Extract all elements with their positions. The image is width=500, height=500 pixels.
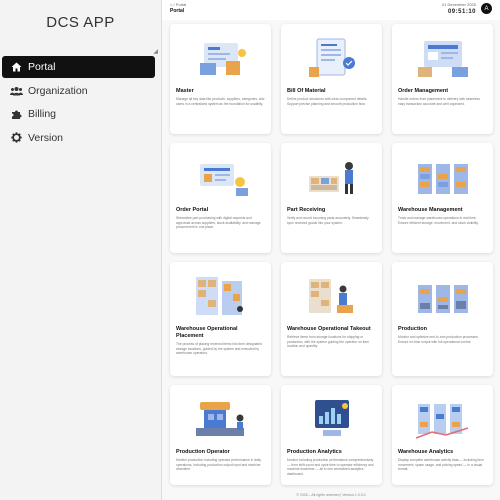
app-title: DCS APP bbox=[46, 13, 115, 31]
page-title: Portal bbox=[170, 8, 185, 14]
card-description: Retrieve items from storage locations fo… bbox=[287, 335, 369, 349]
top-bar: ⌂ / Portal Portal 01 December 2025 09:51… bbox=[162, 0, 500, 20]
module-card-warehouse-analytics[interactable]: Warehouse Analytics Display complete ware… bbox=[392, 385, 493, 485]
takeout-illustration bbox=[287, 267, 376, 322]
footer: © 2025 – All rights reserved | Version 1… bbox=[296, 493, 366, 497]
card-description: Monitor and optimize end-to-end producti… bbox=[398, 335, 479, 344]
bom-illustration bbox=[287, 29, 376, 84]
card-description: Monitor production including operator pe… bbox=[176, 458, 262, 472]
card-description: Verify and record incoming parts accurat… bbox=[287, 216, 369, 225]
sidebar-item-label: Version bbox=[28, 131, 64, 144]
module-card-warehouse-operational-takeout[interactable]: Warehouse Operational Takeout Retrieve it… bbox=[281, 262, 382, 376]
warehouse-illustration bbox=[398, 148, 487, 203]
card-description: Track and manage warehouse operations in… bbox=[398, 216, 479, 225]
master-illustration bbox=[176, 29, 265, 84]
module-card-warehouse-operational-placement[interactable]: Warehouse Operational Placement The proce… bbox=[170, 262, 271, 376]
sidebar-item-organization[interactable]: Organization bbox=[2, 80, 155, 102]
card-title: Production Operator bbox=[176, 449, 230, 455]
operator-illustration bbox=[176, 390, 265, 445]
card-title: Order Management bbox=[398, 88, 449, 94]
production-illustration bbox=[398, 267, 487, 322]
card-description: Manage all key data like products, suppl… bbox=[176, 97, 265, 106]
sidebar-item-label: Billing bbox=[28, 108, 57, 120]
card-title: Bill Of Material bbox=[287, 88, 326, 94]
wh-analytics-illustration bbox=[398, 390, 487, 445]
clock: 09:51:10 bbox=[447, 9, 476, 15]
breadcrumb-home[interactable]: ⌂ bbox=[170, 2, 172, 7]
card-title: Warehouse Operational Takeout bbox=[287, 326, 371, 332]
breadcrumb-current: Portal bbox=[175, 2, 187, 7]
sidebar-item-portal[interactable]: Portal bbox=[2, 56, 155, 78]
module-card-production[interactable]: Production Monitor and optimize end-to-en… bbox=[392, 262, 493, 376]
card-description: Define product structures with clear com… bbox=[287, 97, 368, 106]
users-icon bbox=[9, 85, 23, 97]
module-card-warehouse-management[interactable]: Warehouse Management Track and manage war… bbox=[392, 143, 493, 253]
card-title: Warehouse Analytics bbox=[398, 449, 454, 455]
avatar[interactable]: A bbox=[481, 3, 492, 14]
collapse-handle-icon[interactable]: ◢ bbox=[153, 48, 158, 55]
gear-icon bbox=[9, 132, 23, 144]
card-description: Display complete warehouse activity data… bbox=[398, 458, 484, 472]
order-portal-illustration bbox=[176, 148, 265, 203]
home-icon bbox=[9, 61, 23, 73]
puzzle-icon bbox=[9, 108, 23, 120]
card-title: Production bbox=[398, 326, 428, 332]
card-title: Order Portal bbox=[176, 207, 209, 213]
main-content: ⌂ / Portal Portal 01 December 2025 09:51… bbox=[162, 0, 500, 500]
card-description: The process of placing received items in… bbox=[176, 342, 262, 356]
module-card-bill-of-material[interactable]: Bill Of Material Define product structure… bbox=[281, 24, 382, 134]
breadcrumb: ⌂ / Portal Portal bbox=[170, 2, 186, 20]
module-card-production-analytics[interactable]: Production Analytics Monitor including pr… bbox=[281, 385, 382, 485]
card-description: Monitor including production performance… bbox=[287, 458, 374, 476]
card-title: Master bbox=[176, 88, 194, 94]
sidebar-item-label: Organization bbox=[28, 84, 88, 97]
header-right: 01 December 2025 09:51:10 A bbox=[442, 2, 492, 20]
module-card-part-receiving[interactable]: Part Receiving Verify and record incoming… bbox=[281, 143, 382, 253]
order-illustration bbox=[398, 29, 487, 84]
sidebar-item-label: Portal bbox=[28, 61, 56, 73]
sidebar-nav: Portal Organization Billing Version bbox=[0, 56, 161, 149]
module-card-master[interactable]: Master Manage all key data like products,… bbox=[170, 24, 271, 134]
module-grid: Master Manage all key data like products,… bbox=[170, 24, 493, 485]
module-card-production-operator[interactable]: Production Operator Monitor production in… bbox=[170, 385, 271, 485]
module-card-order-management[interactable]: Order Management Handle orders from place… bbox=[392, 24, 493, 134]
receiving-illustration bbox=[287, 148, 376, 203]
app-root: DCS APP ◢ Portal Organization Billing Ve… bbox=[0, 0, 500, 500]
breadcrumb-separator: / bbox=[173, 2, 175, 7]
prod-analytics-illustration bbox=[287, 390, 376, 445]
card-title: Warehouse Management bbox=[398, 207, 463, 213]
sidebar: DCS APP ◢ Portal Organization Billing Ve… bbox=[0, 0, 162, 500]
module-card-order-portal[interactable]: Order Portal Streamline part purchasing w… bbox=[170, 143, 271, 253]
card-title: Production Analytics bbox=[287, 449, 342, 455]
sidebar-item-version[interactable]: Version bbox=[2, 127, 155, 149]
card-title: Part Receiving bbox=[287, 207, 326, 213]
card-title: Warehouse Operational Placement bbox=[176, 326, 238, 339]
datetime: 01 December 2025 09:51:10 bbox=[442, 2, 476, 16]
placement-illustration bbox=[176, 267, 265, 322]
sidebar-item-billing[interactable]: Billing bbox=[2, 103, 155, 125]
card-description: Streamline part purchasing with digital … bbox=[176, 216, 261, 230]
card-description: Handle orders from placement to delivery… bbox=[398, 97, 480, 106]
